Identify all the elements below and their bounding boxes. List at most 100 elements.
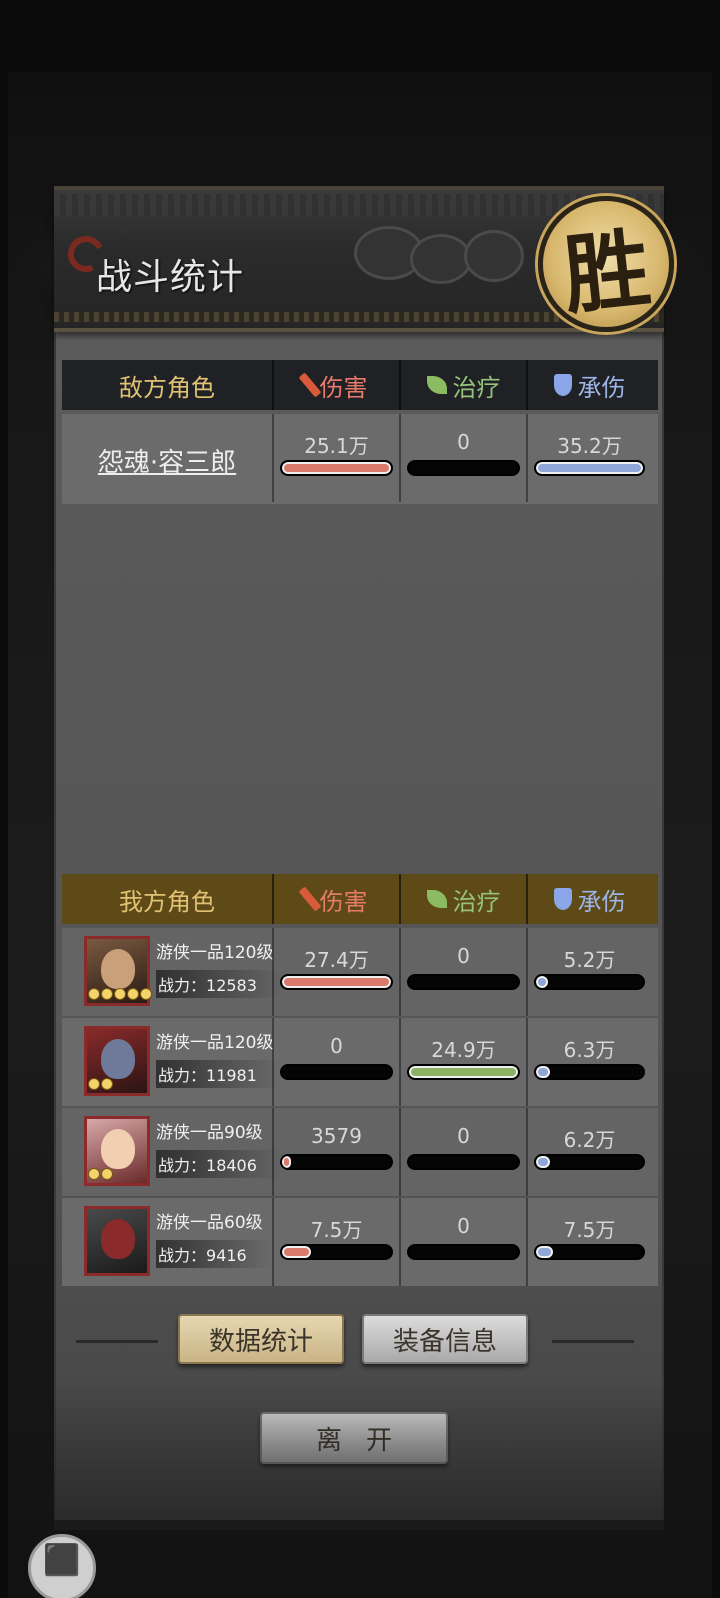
enemy-name-cell: 怨魂·容三郎 (62, 414, 272, 502)
damage-value: 7.5万 (310, 1218, 363, 1242)
bar-fill (536, 462, 643, 474)
taken-cell: 6.2万 (526, 1108, 651, 1196)
taken-value: 5.2万 (563, 948, 616, 972)
divider-left (76, 1340, 158, 1343)
damage-cell: 3579 (272, 1108, 399, 1196)
data-stats-button[interactable]: 数据统计 (178, 1314, 344, 1364)
ally-row[interactable]: 游侠一品90级 战力：18406 3579 0 6.2万 (62, 1108, 658, 1196)
ally-row[interactable]: 游侠一品120级 战力：11981 0 24.9万 6.3万 (62, 1018, 658, 1106)
enemy-heal-cell: 0 (399, 414, 526, 502)
star-icon (101, 1078, 113, 1090)
damage-value: 27.4万 (304, 948, 369, 972)
star-icon (140, 988, 152, 1000)
damage-label: 伤害 (319, 887, 368, 916)
taken-bar (534, 974, 645, 990)
taken-bar (534, 460, 645, 476)
star-icon (101, 1168, 113, 1180)
hero-power: 战力：9416 (156, 1240, 271, 1268)
damage-cell: 0 (272, 1018, 399, 1106)
shield-icon (553, 374, 572, 396)
taken-bar (534, 1064, 645, 1080)
heal-bar (407, 460, 520, 476)
taken-bar (534, 1154, 645, 1170)
hero-cell: 游侠一品60级 战力：9416 (62, 1198, 272, 1286)
heal-bar (407, 1154, 520, 1170)
star-icon (101, 988, 113, 1000)
victory-seal-text: 胜 (558, 217, 655, 327)
leaf-icon (426, 376, 447, 394)
damage-bar (280, 1244, 393, 1260)
hero-cell: 游侠一品120级 战力：12583 (62, 928, 281, 1016)
heal-cell: 24.9万 (399, 1018, 526, 1106)
damage-bar (280, 1154, 393, 1170)
heal-cell: 0 (399, 928, 526, 1016)
bar-fill (536, 1246, 554, 1258)
leave-button[interactable]: 离开 (260, 1412, 448, 1464)
hero-stars (88, 1168, 113, 1184)
hero-portrait[interactable] (84, 1206, 150, 1276)
damage-bar (280, 1064, 393, 1080)
hero-cell: 游侠一品120级 战力：11981 (62, 1018, 281, 1106)
enemy-damage-header: 伤害 (272, 360, 399, 410)
hero-title: 游侠一品120级 (156, 943, 274, 963)
damage-value: 25.1万 (304, 434, 369, 458)
heal-value: 0 (457, 1124, 470, 1148)
enemy-name-link[interactable]: 怨魂·容三郎 (62, 442, 272, 479)
hero-power: 战力：12583 (156, 970, 281, 998)
ally-table-header: 我方角色 伤害 治疗 承伤 (62, 874, 658, 924)
sword-icon (298, 886, 321, 912)
damage-cell: 27.4万 (272, 928, 399, 1016)
heal-cell: 0 (399, 1108, 526, 1196)
damage-label: 伤害 (319, 373, 368, 402)
heal-value: 0 (457, 1214, 470, 1238)
bar-fill (282, 976, 391, 988)
bar-fill (536, 1156, 550, 1168)
ally-heading: 我方角色 (119, 887, 215, 916)
divider-right (552, 1340, 634, 1343)
enemy-heal-header: 治疗 (399, 360, 526, 410)
enemy-row[interactable]: 怨魂·容三郎 25.1万 0 35.2万 (62, 414, 658, 504)
hero-title: 游侠一品120级 (156, 1033, 274, 1053)
heal-value: 0 (457, 944, 470, 968)
ally-heal-header: 治疗 (399, 874, 526, 924)
equipment-info-button[interactable]: 装备信息 (362, 1314, 528, 1364)
page-title: 战斗统计 (96, 257, 245, 298)
enemy-table-header: 敌方角色 伤害 治疗 承伤 (62, 360, 658, 410)
damage-bar (280, 974, 393, 990)
taken-value: 6.3万 (563, 1038, 616, 1062)
shield-icon (553, 888, 572, 910)
hero-power: 战力：11981 (156, 1060, 281, 1088)
heal-bar (407, 1064, 520, 1080)
taken-label: 承伤 (577, 887, 626, 916)
hero-cell: 游侠一品90级 战力：18406 (62, 1108, 281, 1196)
hero-title: 游侠一品60级 (156, 1213, 263, 1233)
taken-value: 7.5万 (563, 1218, 616, 1242)
enemy-taken-header: 承伤 (526, 360, 651, 410)
puzzle-icon[interactable]: ⬛ (28, 1534, 96, 1598)
taken-value: 35.2万 (557, 434, 622, 458)
victory-seal: 胜 (538, 196, 674, 332)
star-icon (114, 988, 126, 1000)
heal-value: 0 (457, 430, 470, 454)
ally-row[interactable]: 游侠一品120级 战力：12583 27.4万 0 5.2万 (62, 928, 658, 1016)
bar-fill (282, 462, 391, 474)
heal-value: 24.9万 (431, 1038, 496, 1062)
enemy-damage-cell: 25.1万 (272, 414, 399, 502)
taken-label: 承伤 (577, 373, 626, 402)
heal-label: 治疗 (452, 373, 501, 402)
star-icon (88, 1078, 100, 1090)
ally-row[interactable]: 游侠一品60级 战力：9416 7.5万 0 7.5万 (62, 1198, 658, 1286)
ally-taken-header: 承伤 (526, 874, 651, 924)
heal-label: 治疗 (452, 887, 501, 916)
damage-value: 0 (330, 1034, 343, 1058)
heal-bar (407, 1244, 520, 1260)
hero-stars (88, 1078, 113, 1094)
star-icon (127, 988, 139, 1000)
bar-fill (282, 1246, 312, 1258)
taken-cell: 7.5万 (526, 1198, 651, 1286)
star-icon (88, 1168, 100, 1180)
damage-cell: 7.5万 (272, 1198, 399, 1286)
star-icon (88, 988, 100, 1000)
bar-fill (536, 1066, 550, 1078)
taken-cell: 6.3万 (526, 1018, 651, 1106)
